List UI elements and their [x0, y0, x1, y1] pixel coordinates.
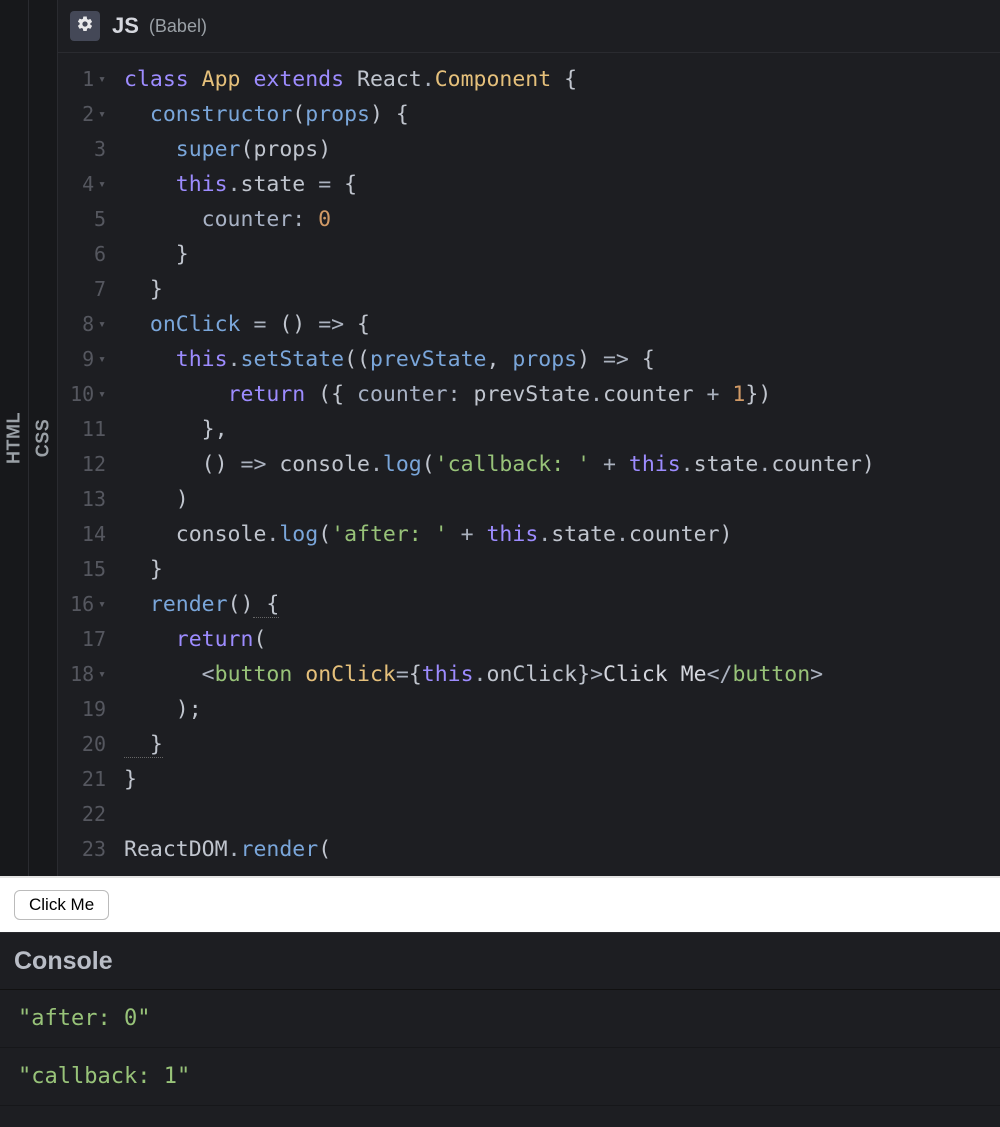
code-line[interactable]: this.state = { [124, 167, 1000, 202]
settings-button[interactable] [70, 11, 100, 41]
code-line[interactable]: return( [124, 622, 1000, 657]
code-line[interactable]: constructor(props) { [124, 97, 1000, 132]
output-preview: Click Me [0, 876, 1000, 932]
line-number: 15 [58, 552, 106, 587]
code-editor[interactable]: 1▾2▾34▾5678▾9▾10▾111213141516▾1718▾19202… [58, 53, 1000, 876]
line-number: 20 [58, 727, 106, 762]
line-number: 19 [58, 692, 106, 727]
code-line[interactable]: super(props) [124, 132, 1000, 167]
code-line[interactable]: ) [124, 482, 1000, 517]
code-line[interactable]: ReactDOM.render( [124, 832, 1000, 867]
line-number: 16▾ [58, 587, 106, 622]
line-number: 2▾ [58, 97, 106, 132]
code-line[interactable]: } [124, 552, 1000, 587]
fold-icon[interactable]: ▾ [98, 342, 106, 377]
console-log-line: "after: 0" [0, 990, 1000, 1048]
line-number: 1▾ [58, 62, 106, 97]
fold-icon[interactable]: ▾ [98, 377, 106, 412]
line-number: 5 [58, 202, 106, 237]
line-number: 9▾ [58, 342, 106, 377]
line-gutter: 1▾2▾34▾5678▾9▾10▾111213141516▾1718▾19202… [58, 53, 114, 876]
code-line[interactable] [124, 797, 1000, 832]
preview-button[interactable]: Click Me [14, 890, 109, 920]
fold-icon[interactable]: ▾ [98, 97, 106, 132]
console-header[interactable]: Console [0, 932, 1000, 990]
line-number: 14 [58, 517, 106, 552]
line-number: 11 [58, 412, 106, 447]
line-number: 18▾ [58, 657, 106, 692]
fold-icon[interactable]: ▾ [98, 587, 106, 622]
line-number: 22 [58, 797, 106, 832]
fold-icon[interactable]: ▾ [98, 307, 106, 342]
editor-header: JS (Babel) [58, 0, 1000, 53]
code-line[interactable]: ); [124, 692, 1000, 727]
code-line[interactable]: } [124, 762, 1000, 797]
editors-row: HTML CSS JS (Babel) 1▾2▾34▾5678▾9▾10▾111… [0, 0, 1000, 876]
console-output: "after: 0""callback: 1" [0, 990, 1000, 1127]
js-editor-panel: JS (Babel) 1▾2▾34▾5678▾9▾10▾111213141516… [58, 0, 1000, 876]
code-line[interactable]: this.setState((prevState, props) => { [124, 342, 1000, 377]
line-number: 17 [58, 622, 106, 657]
gear-icon [76, 15, 94, 37]
line-number: 10▾ [58, 377, 106, 412]
editor-subtitle: (Babel) [149, 16, 207, 37]
code-line[interactable]: } [124, 272, 1000, 307]
line-number: 7 [58, 272, 106, 307]
code-line[interactable]: } [124, 727, 1000, 762]
tab-css-label: CSS [33, 419, 54, 458]
code-content[interactable]: class App extends React.Component { cons… [114, 53, 1000, 876]
line-number: 8▾ [58, 307, 106, 342]
code-line[interactable]: } [124, 237, 1000, 272]
line-number: 4▾ [58, 167, 106, 202]
console-title: Console [14, 947, 113, 976]
tab-html-label: HTML [4, 412, 25, 464]
line-number: 3 [58, 132, 106, 167]
line-number: 13 [58, 482, 106, 517]
fold-icon[interactable]: ▾ [98, 167, 106, 202]
fold-icon[interactable]: ▾ [98, 62, 106, 97]
line-number: 21 [58, 762, 106, 797]
code-line[interactable]: onClick = () => { [124, 307, 1000, 342]
code-line[interactable]: <button onClick={this.onClick}>Click Me<… [124, 657, 1000, 692]
code-line[interactable]: render() { [124, 587, 1000, 622]
code-line[interactable]: }, [124, 412, 1000, 447]
tab-css[interactable]: CSS [29, 0, 58, 876]
code-line[interactable]: counter: 0 [124, 202, 1000, 237]
editor-title: JS [112, 13, 139, 39]
line-number: 12 [58, 447, 106, 482]
code-line[interactable]: class App extends React.Component { [124, 62, 1000, 97]
code-line[interactable]: console.log('after: ' + this.state.count… [124, 517, 1000, 552]
code-line[interactable]: return ({ counter: prevState.counter + 1… [124, 377, 1000, 412]
tab-html[interactable]: HTML [0, 0, 29, 876]
line-number: 23 [58, 832, 106, 867]
code-line[interactable]: () => console.log('callback: ' + this.st… [124, 447, 1000, 482]
line-number: 6 [58, 237, 106, 272]
console-log-line: "callback: 1" [0, 1048, 1000, 1106]
fold-icon[interactable]: ▾ [98, 657, 106, 692]
